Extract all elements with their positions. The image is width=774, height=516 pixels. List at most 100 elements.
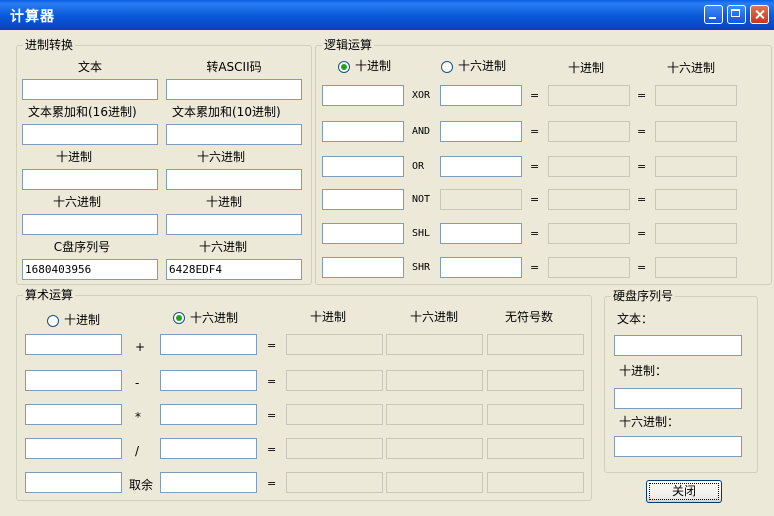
arith-operand-a-input[interactable] [25, 472, 122, 493]
arith-operator-label: * [135, 410, 141, 424]
arith-equals-sign: = [267, 339, 277, 352]
logic-equals-sign: = [530, 125, 540, 138]
arith-unsigned-result [487, 334, 584, 355]
arith-operand-b-input[interactable] [160, 438, 257, 459]
hex-input[interactable] [22, 214, 158, 235]
logic-legend: 逻辑运算 [322, 38, 375, 52]
ascii-label: 转ASCII码 [206, 60, 262, 74]
c-drive-serial-label: C盘序列号 [53, 240, 111, 254]
logic-hex-radio-label[interactable]: 十六进制 [458, 59, 506, 73]
logic-decimal-result [548, 156, 630, 177]
arith-decimal-result [286, 404, 383, 425]
text-sum-dec-label: 文本累加和(10进制) [172, 105, 281, 119]
logic-operand-b-input[interactable] [440, 257, 522, 278]
logic-operator-label: NOT [412, 194, 431, 205]
logic-decimal-column-header: 十进制 [568, 61, 605, 75]
text-sum-hex-field[interactable] [22, 124, 158, 145]
arith-operand-b-input[interactable] [160, 472, 257, 493]
arith-operator-label: + [135, 340, 146, 354]
logic-equals-sign: = [530, 227, 540, 240]
logic-operand-a-input[interactable] [322, 85, 404, 106]
logic-equals-sign: = [637, 261, 647, 274]
arith-operand-b-input[interactable] [160, 404, 257, 425]
text-sum-dec-field[interactable] [166, 124, 302, 145]
arith-hex-radio-label[interactable]: 十六进制 [190, 311, 238, 325]
logic-operand-a-input[interactable] [322, 223, 404, 244]
logic-operand-b-input [440, 189, 522, 210]
arith-hex-result [386, 404, 483, 425]
logic-operand-b-input[interactable] [440, 85, 522, 106]
maximize-button[interactable] [727, 5, 746, 24]
arith-operand-a-input[interactable] [25, 370, 122, 391]
arith-unsigned-result [487, 404, 584, 425]
logic-operator-label: XOR [412, 90, 431, 101]
logic-hex-radio[interactable] [441, 61, 453, 73]
logic-operand-a-input[interactable] [322, 121, 404, 142]
logic-operand-b-input[interactable] [440, 223, 522, 244]
title-bar[interactable]: 计算器 [0, 0, 774, 30]
logic-operator-label: OR [412, 161, 425, 172]
logic-equals-sign: = [637, 227, 647, 240]
arith-operand-a-input[interactable] [25, 438, 122, 459]
disk-decimal-field[interactable] [614, 388, 742, 409]
c-drive-hex-label: 十六进制 [198, 240, 247, 254]
arith-decimal-result [286, 334, 383, 355]
disk-hex-field[interactable] [614, 436, 742, 457]
logic-operator-label: SHL [412, 228, 431, 239]
disk-text-field[interactable] [614, 335, 742, 356]
arith-operand-a-input[interactable] [25, 334, 122, 355]
ascii-output[interactable] [166, 79, 302, 100]
c-drive-hex-field[interactable]: 6428EDF4 [166, 259, 302, 280]
disk-text-label: 文本： [617, 312, 654, 326]
arith-hex-result [386, 438, 483, 459]
text-input[interactable] [22, 79, 158, 100]
arith-hex-result [386, 370, 483, 391]
logic-equals-sign: = [530, 89, 540, 102]
logic-operand-a-input[interactable] [322, 156, 404, 177]
logic-decimal-radio-label[interactable]: 十进制 [355, 59, 391, 73]
arith-unsigned-result [487, 370, 584, 391]
arith-operator-label: / [135, 444, 140, 458]
arith-decimal-result [286, 370, 383, 391]
arith-decimal-radio[interactable] [47, 315, 59, 327]
logic-decimal-radio[interactable] [338, 61, 350, 73]
arith-decimal-column-header: 十进制 [310, 310, 347, 324]
close-window-button[interactable] [750, 5, 769, 24]
logic-hex-result [655, 156, 737, 177]
arith-operand-b-input[interactable] [160, 334, 257, 355]
minimize-button[interactable] [704, 5, 723, 24]
arith-operator-label: - [135, 376, 140, 390]
logic-operand-a-input[interactable] [322, 189, 404, 210]
decimal-output[interactable] [166, 214, 302, 235]
logic-operand-b-input[interactable] [440, 121, 522, 142]
arith-operand-b-input[interactable] [160, 370, 257, 391]
arith-hex-result [386, 472, 483, 493]
c-drive-serial-field[interactable]: 1680403956 [22, 259, 158, 280]
arith-decimal-radio-label[interactable]: 十进制 [64, 313, 100, 327]
arith-decimal-result [286, 472, 383, 493]
logic-operand-a-input[interactable] [322, 257, 404, 278]
arith-hex-radio[interactable] [173, 312, 185, 324]
logic-decimal-result [548, 189, 630, 210]
logic-equals-sign: = [637, 193, 647, 206]
logic-operator-label: SHR [412, 262, 431, 273]
decimal-label: 十进制 [55, 150, 92, 164]
arith-hex-column-header: 十六进制 [410, 310, 459, 324]
logic-hex-result [655, 223, 737, 244]
logic-hex-column-header: 十六进制 [667, 61, 716, 75]
logic-decimal-result [548, 257, 630, 278]
logic-equals-sign: = [530, 193, 540, 206]
arith-unsigned-column-header: 无符号数 [505, 310, 554, 324]
logic-operator-label: AND [412, 126, 431, 137]
arith-equals-sign: = [267, 375, 277, 388]
logic-hex-result [655, 257, 737, 278]
arith-equals-sign: = [267, 409, 277, 422]
hex-output[interactable] [166, 169, 302, 190]
decimal-input[interactable] [22, 169, 158, 190]
logic-operand-b-input[interactable] [440, 156, 522, 177]
close-button[interactable]: 关闭 [646, 480, 722, 503]
disk-serial-legend: 硬盘序列号 [611, 289, 676, 303]
arith-unsigned-result [487, 472, 584, 493]
arith-operand-a-input[interactable] [25, 404, 122, 425]
arith-equals-sign: = [267, 443, 277, 456]
